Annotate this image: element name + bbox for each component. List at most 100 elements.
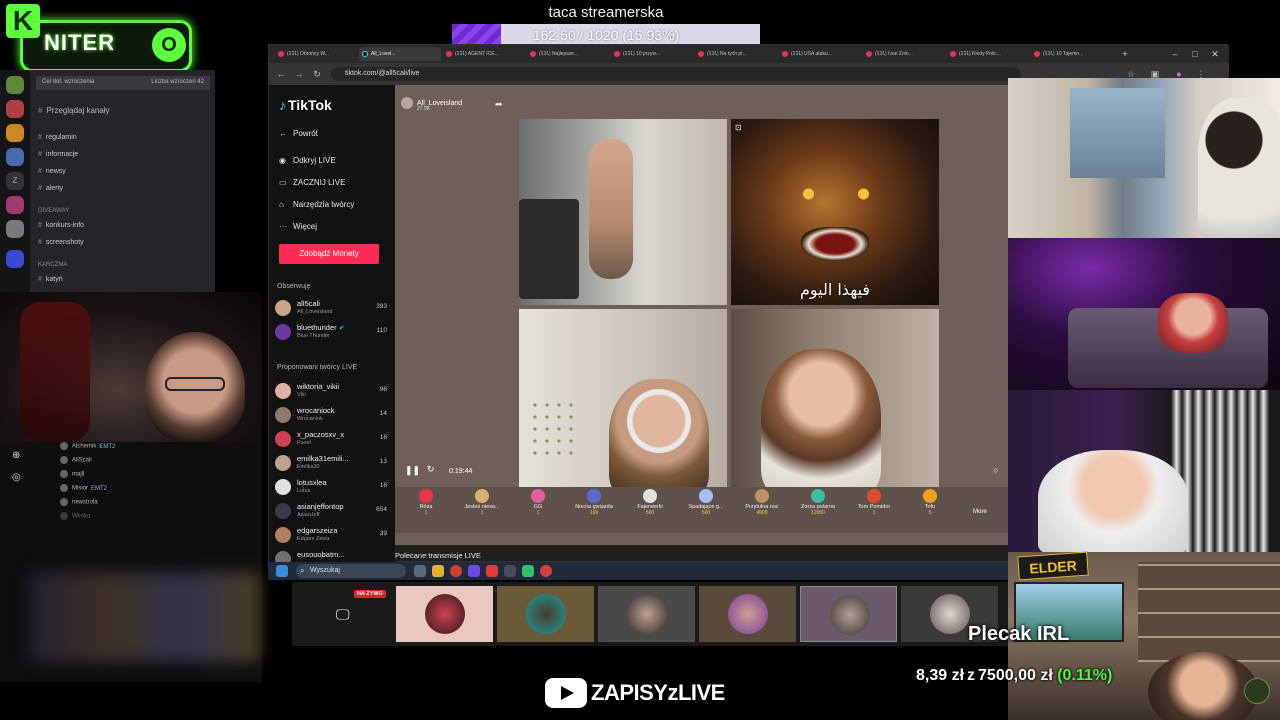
glasses [165, 377, 225, 391]
taskbar-search[interactable]: ⌕ Wyszukaj [296, 564, 406, 578]
channel-item[interactable]: # newsy [38, 168, 66, 182]
browser-tab[interactable]: (131) 10 Tajemn... [1031, 47, 1113, 61]
server-icon[interactable] [6, 196, 24, 214]
new-tab-button[interactable]: + [1115, 47, 1135, 61]
server-icon[interactable] [6, 100, 24, 118]
browser-tab[interactable]: (131) Najlepsze... [527, 47, 609, 61]
live-thumbnail[interactable] [497, 586, 594, 642]
gift-item[interactable]: Tom Pomidor 1 [849, 489, 899, 516]
browser-tab[interactable]: (131) 10 przyw... [611, 47, 693, 61]
tab-bar: (131) Obrońcy W... All_Lovel... (131) AG… [269, 45, 1229, 63]
maximize-button[interactable]: □ [1185, 47, 1205, 61]
refresh-icon[interactable]: ↻ [427, 464, 435, 475]
gift-item[interactable]: Fajerwerki 500 [625, 489, 675, 516]
gift-item[interactable]: Przytulna noc 4999 [737, 489, 787, 516]
server-icon[interactable] [6, 148, 24, 166]
get-coins-button[interactable]: Zdobądź Monety [279, 244, 379, 264]
browse-channels[interactable]: # Przeglądaj kanały [38, 106, 110, 120]
gift-item[interactable]: Jesteś niesa... 1 [457, 489, 507, 516]
browser-tab[interactable]: (131) AGENT ICE... [443, 47, 525, 61]
pause-icon[interactable]: ❚❚ [405, 465, 420, 476]
windows-start-icon[interactable] [276, 565, 288, 577]
pip-icon[interactable]: ⊡ [735, 123, 742, 132]
app-icon[interactable] [522, 565, 534, 577]
browser-tab[interactable]: (131) Obrońcy W... [275, 47, 357, 61]
close-button[interactable]: ✕ [1205, 47, 1225, 61]
account-item[interactable]: all5cali All_Loveisland 393 [275, 298, 387, 320]
server-icon[interactable] [6, 124, 24, 142]
channel-item[interactable]: # katyń [38, 276, 63, 290]
monitor-icon[interactable]: 🖵 [336, 606, 350, 623]
server-boost-banner[interactable]: Cel dot. wzroczenia Liczba wzroczeń 42 [36, 76, 210, 90]
app-icon[interactable] [486, 565, 498, 577]
host-viewers: 27.5K [417, 106, 431, 112]
reload-icon[interactable]: ↻ [311, 67, 323, 81]
chrome-icon[interactable] [540, 565, 552, 577]
account-item[interactable]: bluethunder ✔ Blue Thunder 110 [275, 322, 387, 344]
task-view-icon[interactable] [414, 565, 426, 577]
gift-item[interactable]: Tofu 5 [905, 489, 955, 516]
forward-icon[interactable]: → [293, 67, 305, 81]
avatar [728, 594, 768, 634]
channel-item[interactable]: # informacje [38, 151, 78, 165]
account-item[interactable]: x_paczosxv_x Paveł 16 [275, 429, 387, 451]
nav-creator-tools[interactable]: ⌂ Narzędzia twórcy [279, 200, 354, 209]
back-icon[interactable]: ← [275, 67, 287, 81]
browser-tab[interactable]: (131) Na tych pr... [695, 47, 777, 61]
server-icon[interactable] [6, 250, 24, 268]
gift-item[interactable]: Spadające g... 500 [681, 489, 731, 516]
channel-item[interactable]: # screenshoty [38, 239, 84, 253]
browser-tab-active[interactable]: All_Lovel... [359, 47, 441, 61]
live-thumbnail[interactable] [699, 586, 796, 642]
server-icon[interactable] [6, 76, 24, 94]
account-item[interactable]: asianjeffontop AsianJeff 654 [275, 501, 387, 523]
nav-start-live[interactable]: ▭ ZACZNIJ LIVE [279, 178, 345, 187]
browser-tab[interactable]: (131) Kiedy Polic... [947, 47, 1029, 61]
chrome-icon[interactable] [450, 565, 462, 577]
channel-label: screenshoty [45, 239, 84, 246]
account-item[interactable]: wiktoria_vikii Viki 96 [275, 381, 387, 403]
more-icon: ··· [279, 222, 287, 231]
discord-icon[interactable] [468, 565, 480, 577]
app-icon[interactable] [504, 565, 516, 577]
live-host[interactable]: All_Loveisland 27.5K [401, 97, 462, 112]
channel-item[interactable]: # regulamin [38, 134, 77, 148]
discord-panel: Z Cel dot. wzroczenia Liczba wzroczeń 42… [0, 70, 215, 295]
account-item[interactable]: lotusxlea Lotus 16 [275, 477, 387, 499]
account-nick: Blue Thunder [297, 333, 330, 339]
tab-label: (131) AGENT ICE... [455, 51, 499, 57]
guest-figure [761, 349, 881, 495]
account-item[interactable]: edgarszeiza Edgars Zeiza 39 [275, 525, 387, 547]
plus-icon[interactable]: ⊕ [12, 450, 20, 461]
server-icon[interactable] [6, 220, 24, 238]
nav-back[interactable]: ← Powrót [279, 129, 318, 138]
gift-item[interactable]: Róża 1 [401, 489, 451, 516]
channel-item[interactable]: # konkurs-info [38, 222, 84, 236]
gift-item[interactable]: Nocna gwiazda 199 [569, 489, 619, 516]
browser-tab[interactable]: (131) USA ataku... [779, 47, 861, 61]
video-caption: فيهذا اليوم [799, 280, 871, 299]
live-thumbnail[interactable] [598, 586, 695, 642]
folder-icon[interactable] [432, 565, 444, 577]
account-item[interactable]: wrocaniock Wrocaniok 14 [275, 405, 387, 427]
tiktok-logo[interactable]: ♪ TikTok [279, 97, 332, 113]
minimize-button[interactable]: – [1165, 47, 1185, 61]
browser-tab[interactable]: (131) Ivan Zoin... [863, 47, 945, 61]
tiktok-live-player[interactable]: All_Loveisland 27.5K ➦ ⊡ فيهذا اليوم ❚❚ … [395, 85, 1009, 545]
share-icon[interactable]: ➦ [495, 99, 503, 110]
channel-item[interactable]: # alerty [38, 185, 63, 199]
gift-item[interactable]: GG 1 [513, 489, 563, 516]
compass-icon[interactable]: ◎ [12, 472, 21, 483]
nav-discover-live[interactable]: ◉ Odkryj LIVE [279, 156, 336, 165]
account-item[interactable]: emilka31emili... Emilka30 13 [275, 453, 387, 475]
more-gifts-button[interactable]: More [973, 509, 987, 515]
live-thumbnail[interactable] [396, 586, 493, 642]
category-karczma[interactable]: KARCZMA [38, 262, 67, 276]
gift-item[interactable]: Zorza polarna 12000 [793, 489, 843, 516]
settings-circle-icon[interactable]: ○ [993, 465, 998, 475]
server-icon[interactable]: Z [6, 172, 24, 190]
category-giveaway[interactable]: GIVEAWAY [38, 208, 69, 222]
nav-more[interactable]: ··· Więcej [279, 222, 317, 231]
live-thumbnail[interactable] [800, 586, 897, 642]
url-field[interactable]: tiktok.com/@all5cali/live [331, 67, 1021, 81]
